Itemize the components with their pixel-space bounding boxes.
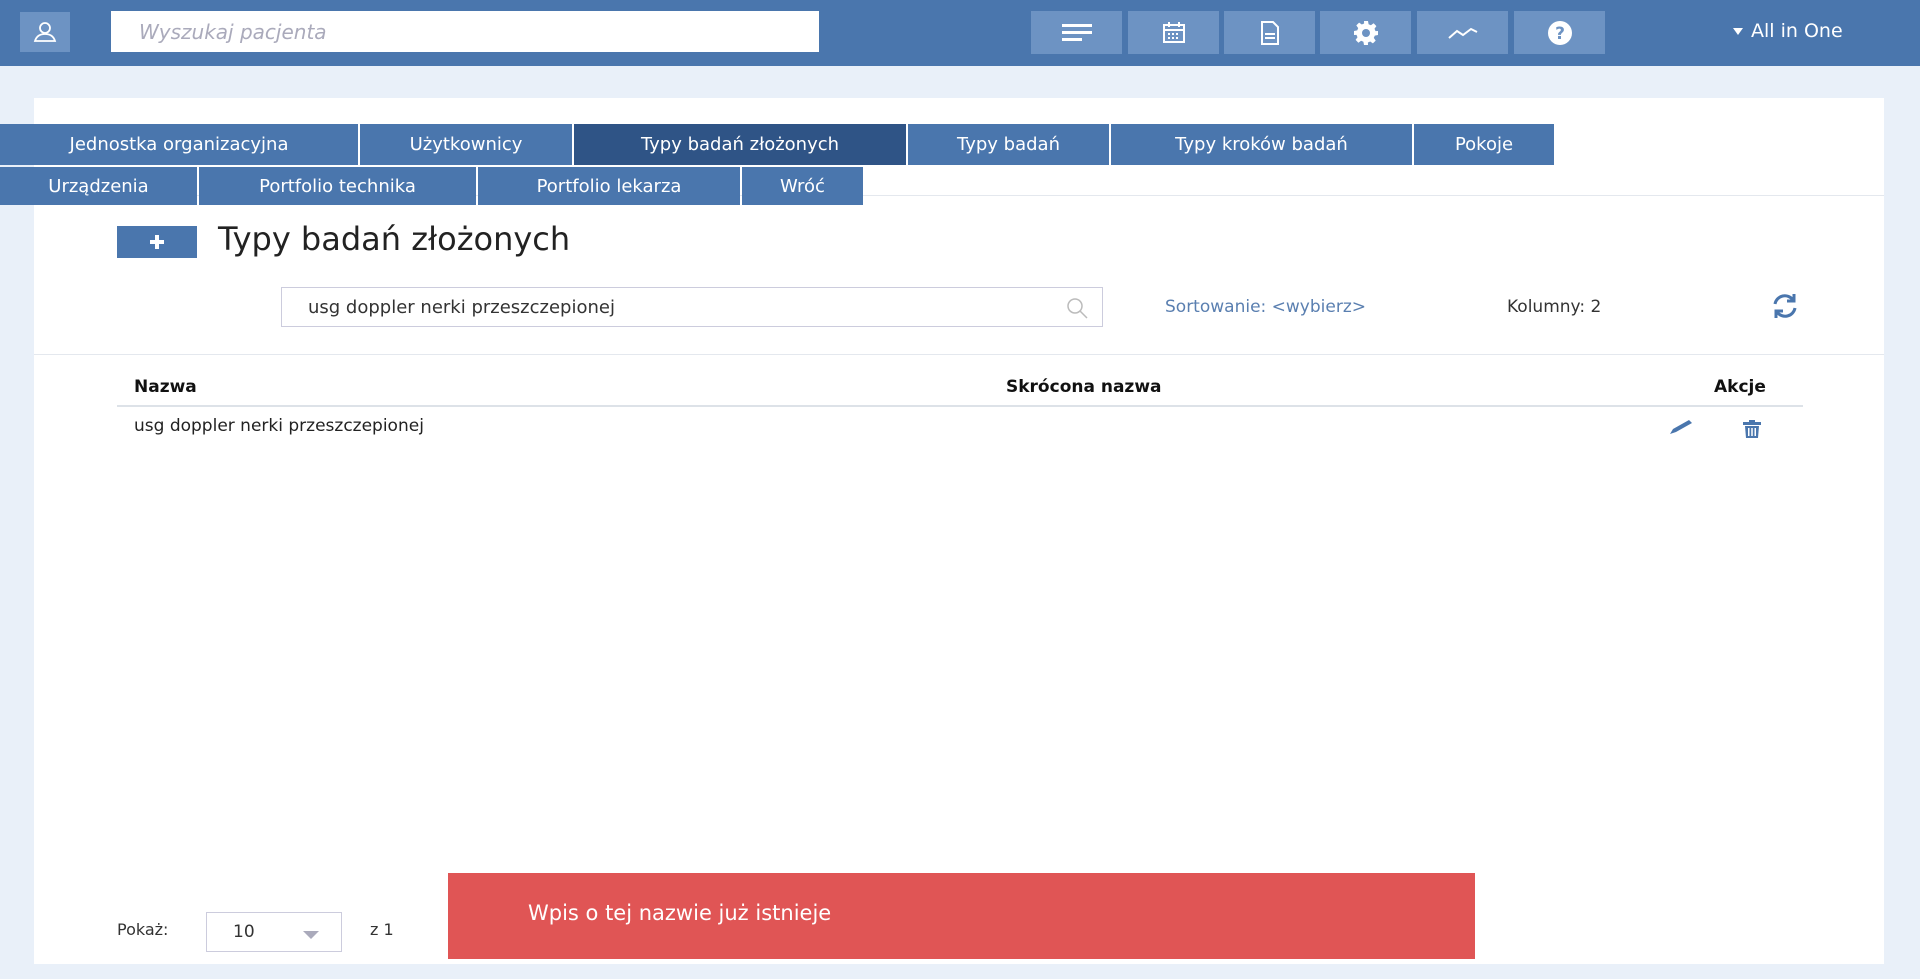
- search-icon[interactable]: [1066, 297, 1088, 319]
- svg-text:?: ?: [1555, 24, 1565, 44]
- trash-icon[interactable]: [1742, 420, 1762, 438]
- sort-selector[interactable]: Sortowanie: <wybierz>: [1165, 297, 1366, 317]
- tab-exam-step-types[interactable]: Typy kroków badań: [1111, 124, 1412, 165]
- column-header-short-name[interactable]: Skrócona nazwa: [1006, 377, 1162, 397]
- patient-search-input[interactable]: [111, 11, 819, 52]
- plus-icon: [150, 235, 164, 249]
- tab-rooms[interactable]: Pokoje: [1414, 124, 1554, 165]
- column-header-actions: Akcje: [1714, 377, 1766, 397]
- add-button[interactable]: [117, 226, 197, 258]
- tab-users[interactable]: Użytkownicy: [360, 124, 572, 165]
- page-title: Typy badań złożonych: [218, 220, 571, 258]
- toast-message: Wpis o tej nazwie już istnieje: [528, 901, 832, 925]
- tab-devices[interactable]: Urządzenia: [0, 167, 197, 205]
- table-header-divider: [117, 405, 1803, 407]
- page-count-label: z 1: [370, 920, 394, 939]
- tab-doctor-portfolio[interactable]: Portfolio lekarza: [478, 167, 740, 205]
- list-icon[interactable]: [1031, 11, 1122, 54]
- top-bar: ? All in One: [0, 0, 1920, 66]
- tab-exam-types[interactable]: Typy badań: [908, 124, 1109, 165]
- search-input[interactable]: [282, 288, 1102, 326]
- calendar-icon[interactable]: [1128, 11, 1219, 54]
- chevron-down-icon: [303, 931, 319, 939]
- tab-back[interactable]: Wróć: [742, 167, 863, 205]
- profile-dropdown[interactable]: All in One: [1733, 20, 1843, 42]
- search-field[interactable]: [281, 287, 1103, 327]
- refresh-icon[interactable]: [1770, 292, 1800, 320]
- tab-organization-unit[interactable]: Jednostka organizacyjna: [0, 124, 358, 165]
- tab-complex-exam-types[interactable]: Typy badań złożonych: [574, 124, 906, 165]
- chevron-down-icon: [1733, 27, 1743, 35]
- tab-technician-portfolio[interactable]: Portfolio technika: [199, 167, 476, 205]
- chart-icon[interactable]: [1417, 11, 1508, 54]
- edit-icon[interactable]: [1668, 419, 1694, 435]
- gear-icon[interactable]: [1320, 11, 1411, 54]
- help-icon[interactable]: ?: [1514, 11, 1605, 54]
- page-size-value: 10: [233, 922, 255, 942]
- divider: [34, 354, 1884, 355]
- error-toast[interactable]: Wpis o tej nazwie już istnieje: [448, 873, 1475, 959]
- page-size-select[interactable]: 10: [206, 912, 342, 952]
- table-row[interactable]: usg doppler nerki przeszczepionej: [134, 416, 424, 436]
- column-header-name[interactable]: Nazwa: [134, 377, 197, 397]
- patient-icon[interactable]: [20, 12, 70, 52]
- columns-selector[interactable]: Kolumny: 2: [1507, 297, 1601, 317]
- page-size-label: Pokaż:: [117, 920, 169, 939]
- document-icon[interactable]: [1224, 11, 1315, 54]
- profile-label: All in One: [1751, 20, 1843, 42]
